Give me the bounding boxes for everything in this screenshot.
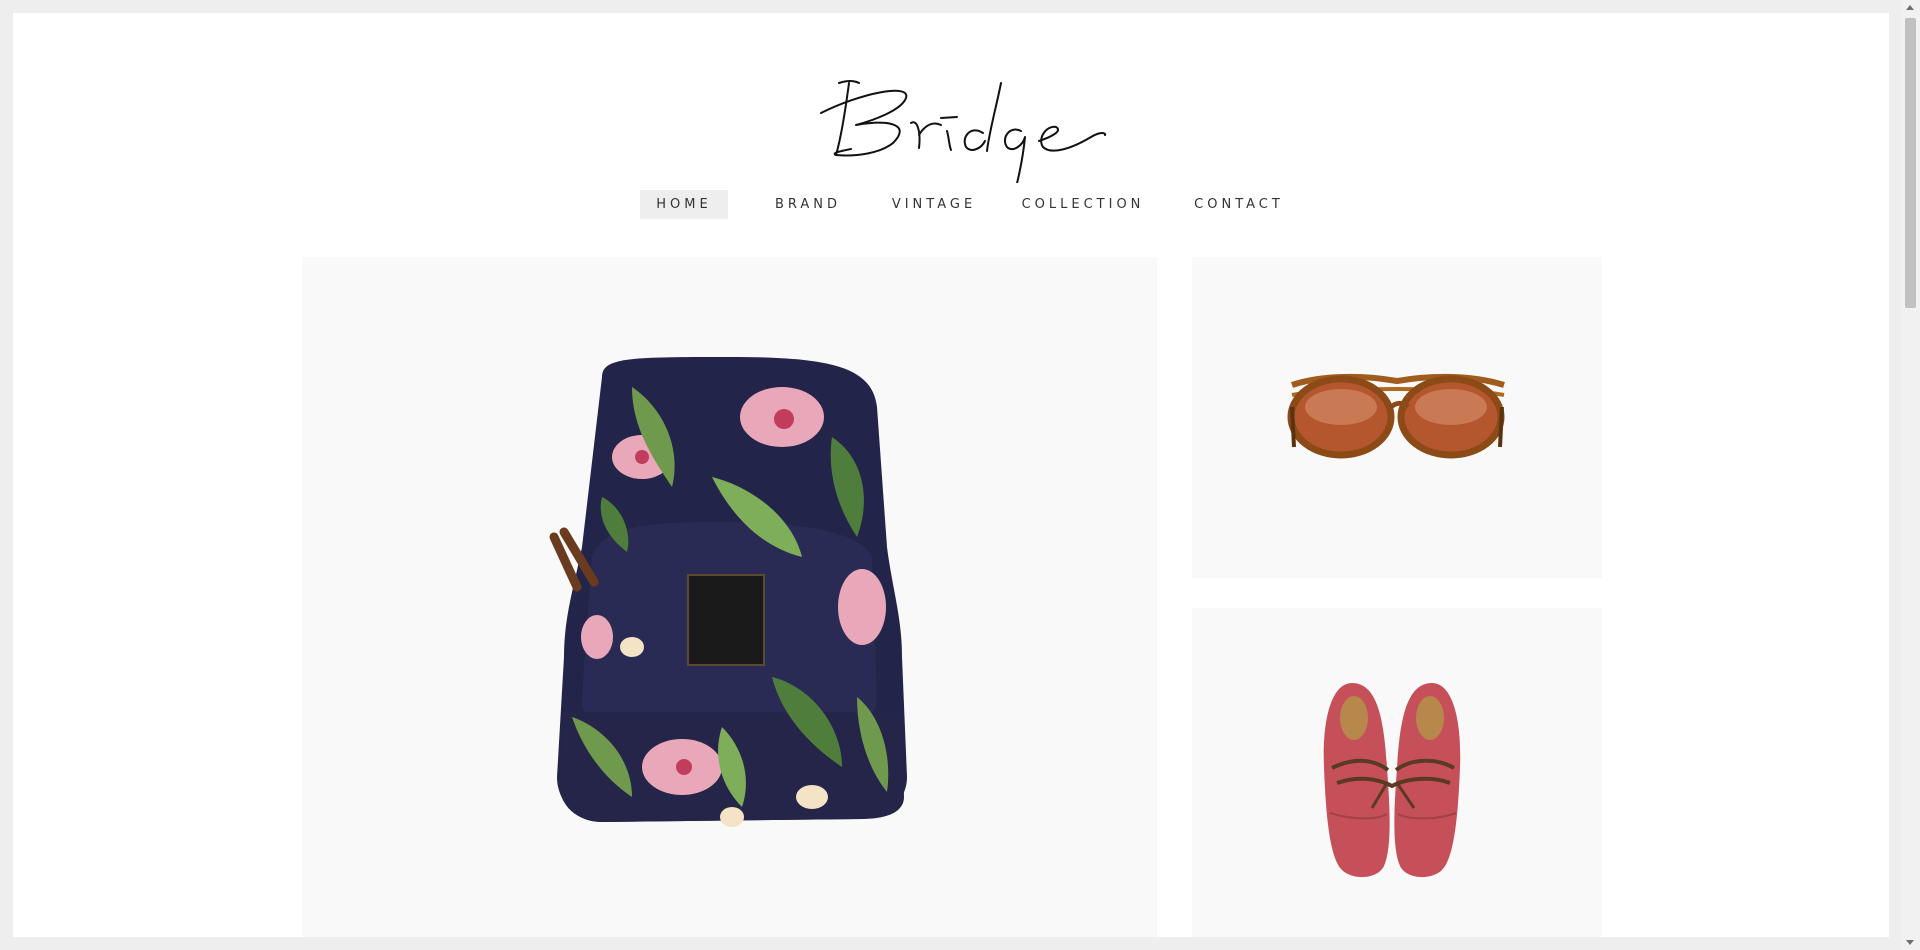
nav-item-contact[interactable]: CONTACT (1177, 190, 1301, 219)
scroll-up-icon[interactable] (1906, 5, 1914, 10)
main-nav: HOME BRAND VINTAGE COLLECTION CONTACT (13, 190, 1889, 222)
nav-item-collection[interactable]: COLLECTION (1013, 190, 1153, 219)
scroll-down-icon[interactable] (1906, 940, 1914, 945)
gallery-item-shoes[interactable] (1192, 608, 1602, 937)
nav-item-home[interactable]: HOME (640, 190, 728, 219)
gallery-item-backpack[interactable] (302, 257, 1157, 937)
page-scrollbar[interactable] (1901, 0, 1920, 950)
scroll-thumb[interactable] (1905, 18, 1916, 308)
backpack-image (549, 357, 907, 827)
page: HOME BRAND VINTAGE COLLECTION CONTACT (13, 13, 1889, 937)
site-logo[interactable] (801, 53, 1119, 208)
bridge-script-logo-icon (820, 80, 1107, 208)
gallery-item-sunglasses[interactable] (1192, 257, 1602, 578)
shoes-image (1323, 683, 1461, 878)
sunglasses-image (1287, 373, 1505, 459)
nav-item-vintage[interactable]: VINTAGE (881, 190, 987, 219)
nav-item-brand[interactable]: BRAND (764, 190, 852, 219)
